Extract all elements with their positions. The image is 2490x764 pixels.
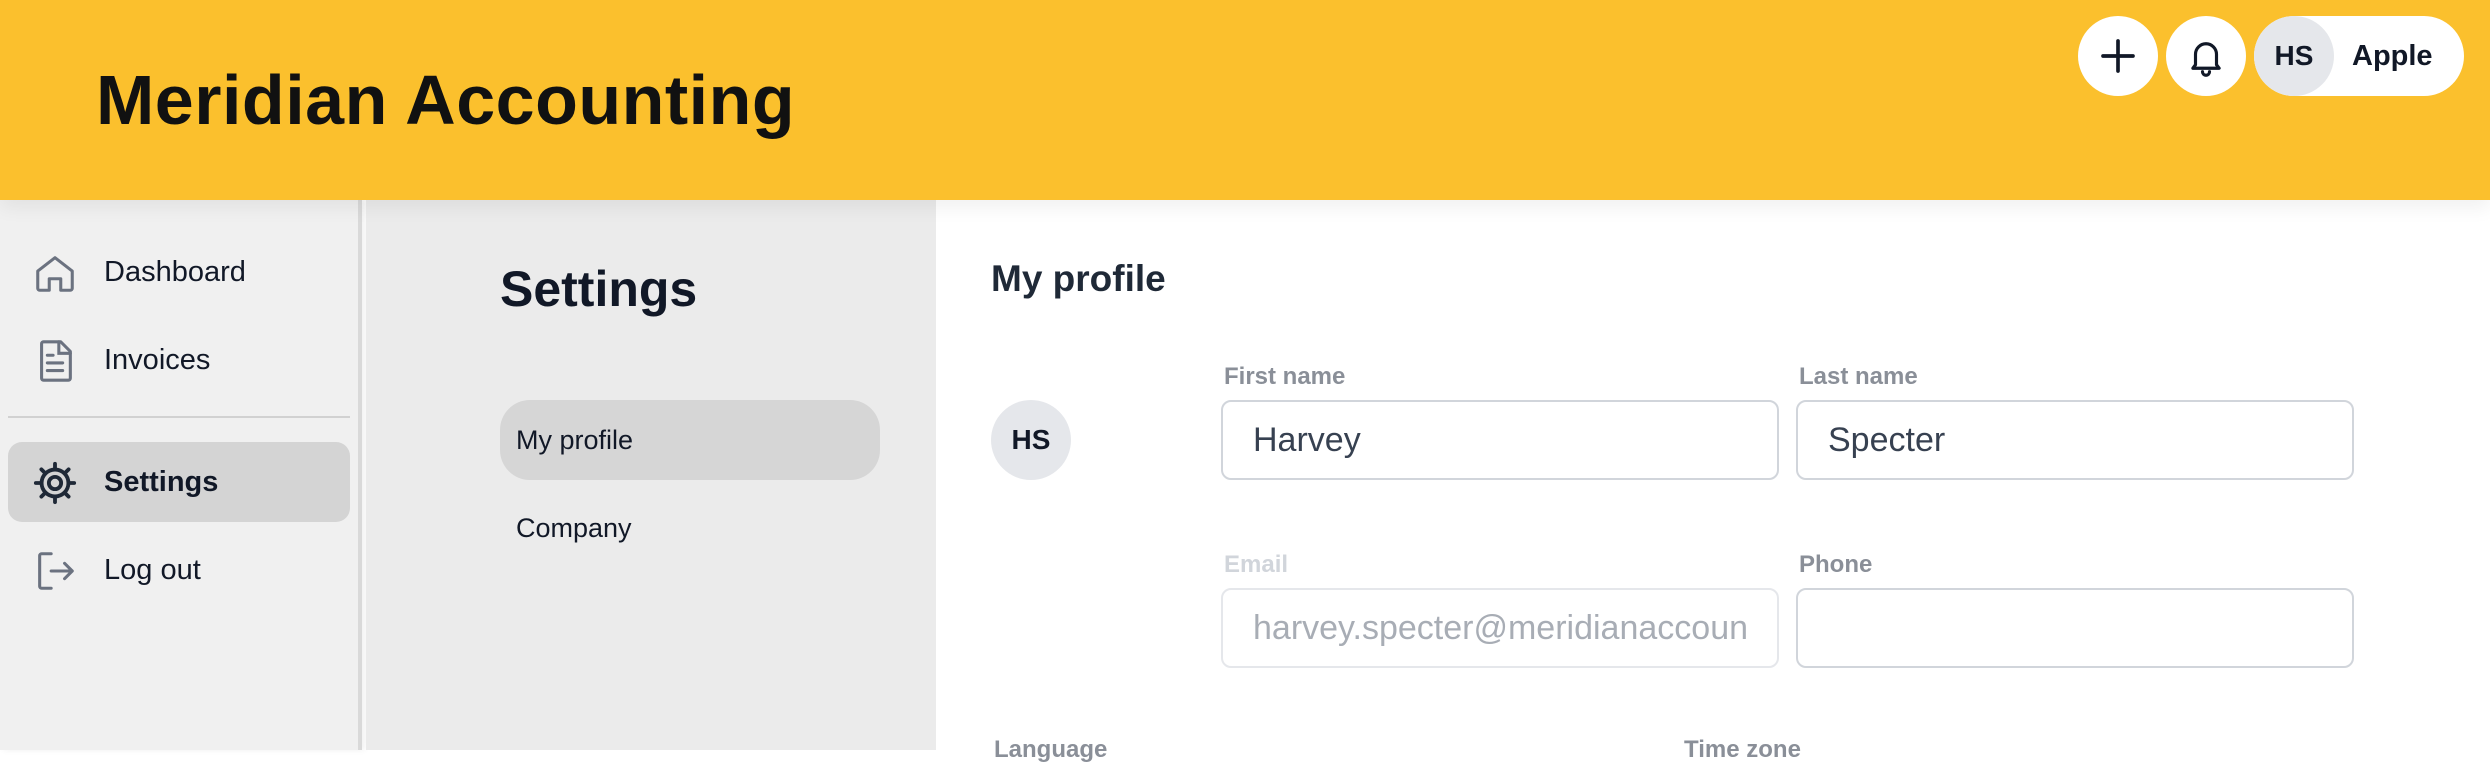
email-label: Email — [1224, 551, 1289, 578]
sidebar-item-logout[interactable]: Log out — [8, 530, 350, 610]
document-icon — [40, 340, 72, 382]
sidebar-item-label: Dashboard — [104, 255, 246, 288]
settings-item-company[interactable]: Company — [500, 488, 880, 568]
sidebar-item-settings[interactable]: Settings — [8, 442, 350, 522]
first-name-label: First name — [1224, 363, 1346, 390]
phone-field[interactable] — [1796, 588, 2354, 668]
sidebar-item-label: Settings — [104, 465, 219, 498]
sidebar-item-label: Log out — [104, 553, 201, 586]
logout-icon — [38, 552, 74, 590]
gear-icon — [33, 461, 77, 505]
add-button[interactable] — [2078, 16, 2158, 96]
bell-icon — [2191, 42, 2221, 77]
app-header: Meridian Accounting HS Apple — [0, 0, 2490, 200]
settings-nav: Settings My profile Company — [366, 200, 936, 750]
profile-panel: My profile HS First name Last name Email… — [936, 200, 2490, 763]
avatar: HS — [2254, 16, 2334, 96]
user-name: Apple — [2352, 39, 2433, 72]
phone-label: Phone — [1799, 551, 1873, 578]
profile-avatar[interactable]: HS — [991, 400, 1071, 480]
settings-title: Settings — [500, 261, 698, 317]
plus-icon — [2101, 39, 2135, 73]
language-label: Language — [994, 736, 1108, 763]
sidebar: Dashboard Invoices Settings Log out — [0, 200, 362, 750]
settings-item-my-profile[interactable]: My profile — [500, 400, 880, 480]
app-title: Meridian Accounting — [96, 61, 796, 139]
time-zone-label: Time zone — [1684, 736, 1801, 763]
section-title: My profile — [991, 258, 1166, 299]
notifications-button[interactable] — [2166, 16, 2246, 96]
sidebar-item-invoices[interactable]: Invoices — [8, 320, 350, 400]
first-name-field[interactable] — [1221, 400, 1779, 480]
home-icon — [36, 256, 74, 292]
email-field — [1221, 588, 1779, 668]
sidebar-item-dashboard[interactable]: Dashboard — [8, 232, 350, 312]
last-name-label: Last name — [1799, 363, 1918, 390]
user-menu-button[interactable]: HS Apple — [2254, 16, 2464, 96]
sidebar-item-label: Invoices — [104, 343, 211, 376]
sidebar-divider — [8, 416, 350, 418]
last-name-field[interactable] — [1796, 400, 2354, 480]
